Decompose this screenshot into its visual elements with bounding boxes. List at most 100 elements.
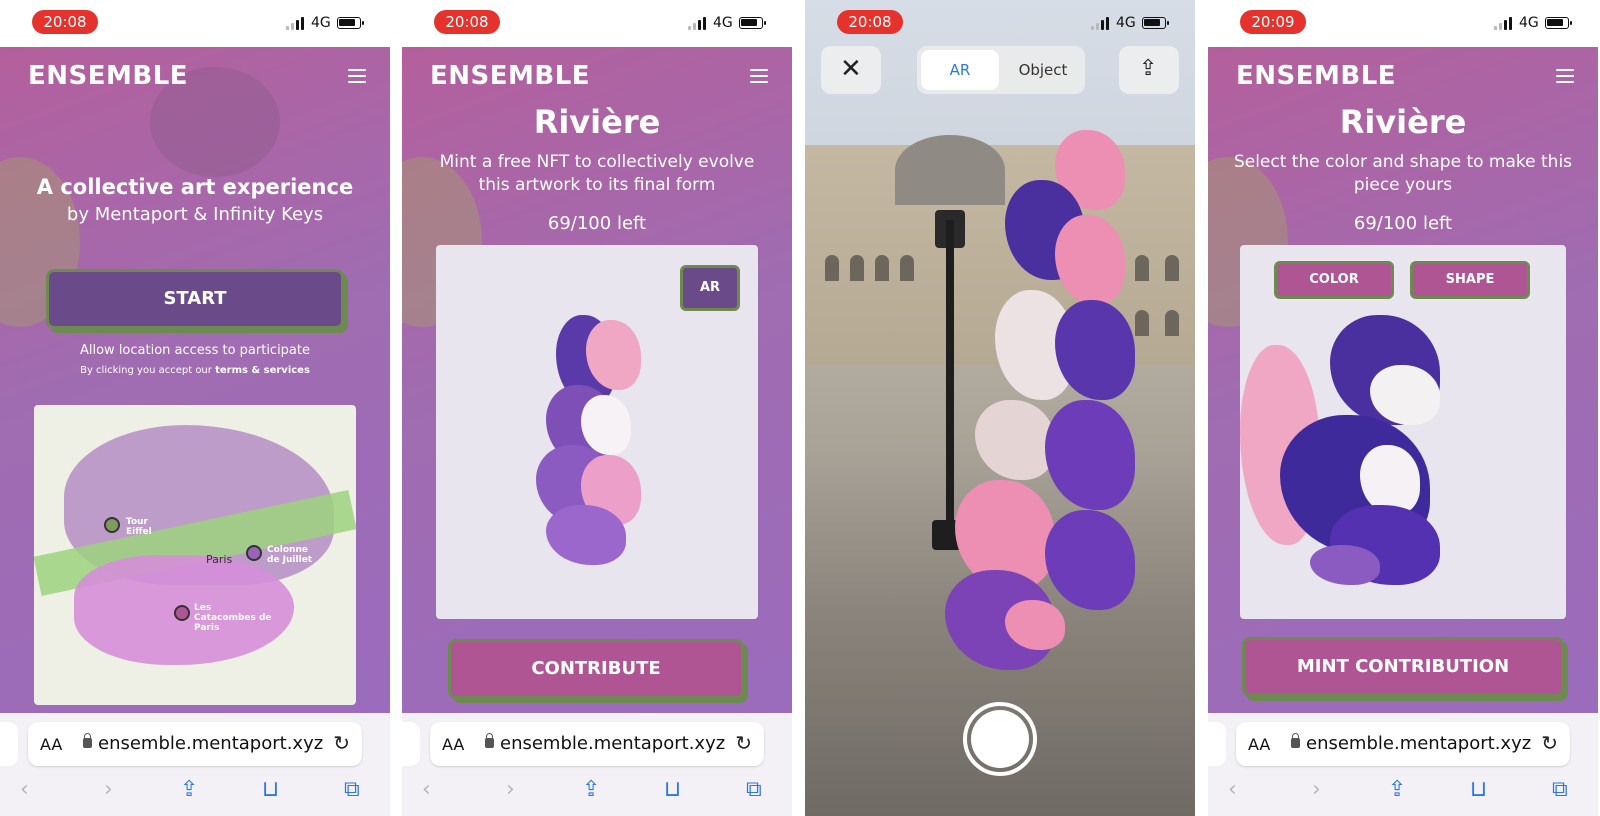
shutter-button[interactable] — [963, 702, 1037, 776]
reload-icon[interactable]: ↻ — [1541, 731, 1558, 755]
tabs-icon[interactable]: ⧉ — [1552, 777, 1568, 802]
screen-ar-camera: 20:08 4G ✕ AR Object ⇪ — [805, 0, 1195, 816]
terms-prefix: By clicking you accept our — [80, 365, 212, 376]
page-subtitle: Select the color and shape to make this … — [1233, 152, 1573, 195]
status-time: 20:09 — [1240, 10, 1306, 34]
status-time: 20:08 — [837, 10, 903, 34]
tabs-icon[interactable]: ⧉ — [344, 777, 360, 802]
camera-view[interactable] — [805, 0, 1195, 816]
brand-logo[interactable]: ENSEMBLE — [28, 61, 188, 91]
map-pin-label: Tour Eiffel — [126, 517, 152, 537]
battery-icon — [1142, 17, 1169, 29]
subheadline: by Mentaport & Infinity Keys — [66, 204, 324, 225]
forward-icon[interactable]: › — [506, 777, 515, 802]
artwork-viewer[interactable]: COLOR SHAPE — [1240, 245, 1566, 619]
status-bar: 20:09 4G — [1208, 0, 1598, 47]
map-pin-label: Les Catacombes de Paris — [194, 603, 272, 633]
contribute-button[interactable]: CONTRIBUTE — [448, 639, 744, 699]
remaining-count: 69/100 left — [1353, 213, 1453, 234]
headline: A collective art experience — [36, 175, 354, 199]
reload-icon[interactable]: ↻ — [333, 731, 350, 755]
status-time: 20:08 — [32, 10, 98, 34]
terms-line: By clicking you accept our terms & servi… — [0, 365, 390, 376]
map[interactable]: Tour Eiffel Colonne de Juillet Les Catac… — [34, 405, 356, 705]
artwork-viewer[interactable]: AR — [436, 245, 758, 619]
forward-icon[interactable]: › — [104, 777, 113, 802]
reader-aa-button[interactable]: AA — [40, 735, 62, 754]
menu-icon[interactable] — [750, 69, 768, 83]
back-icon[interactable]: ‹ — [1228, 777, 1237, 802]
close-icon: ✕ — [840, 54, 862, 84]
status-time: 20:08 — [434, 10, 500, 34]
network-label: 4G — [1519, 15, 1539, 31]
ar-button[interactable]: AR — [680, 265, 740, 311]
web-content: ENSEMBLE Rivière Mint a free NFT to coll… — [402, 47, 792, 713]
web-content: ENSEMBLE A collective art experience by … — [0, 47, 390, 713]
address-bar[interactable]: AA ensemble.mentaport.xyz ↻ — [1236, 722, 1570, 766]
reader-aa-button[interactable]: AA — [442, 735, 464, 754]
menu-icon[interactable] — [348, 69, 366, 83]
screen-start: 20:08 4G ENSEMBLE A collective art exper… — [0, 0, 390, 816]
share-icon: ⇪ — [1139, 56, 1158, 81]
safari-toolbar: AA ensemble.mentaport.xyz ↻ ‹ › ⇪ ⊔ ⧉ — [402, 713, 792, 816]
signal-icon — [1091, 17, 1111, 30]
bookmarks-icon[interactable]: ⊔ — [1470, 777, 1487, 802]
lock-icon — [485, 733, 494, 748]
url-text[interactable]: ensemble.mentaport.xyz — [1306, 733, 1531, 754]
share-icon[interactable]: ⇪ — [1388, 777, 1406, 802]
terms-link[interactable]: terms & services — [215, 365, 310, 376]
status-bar: 20:08 4G — [402, 0, 792, 47]
forward-icon[interactable]: › — [1312, 777, 1321, 802]
brand-logo[interactable]: ENSEMBLE — [1236, 61, 1396, 91]
url-text[interactable]: ensemble.mentaport.xyz — [500, 733, 725, 754]
brand-logo[interactable]: ENSEMBLE — [430, 61, 590, 91]
signal-icon — [1494, 17, 1514, 30]
color-button[interactable]: COLOR — [1274, 261, 1394, 299]
network-label: 4G — [311, 15, 331, 31]
share-icon[interactable]: ⇪ — [180, 777, 198, 802]
start-button[interactable]: START — [46, 269, 344, 329]
network-label: 4G — [713, 15, 733, 31]
tab-peek[interactable] — [402, 722, 420, 766]
network-label: 4G — [1116, 15, 1136, 31]
share-button[interactable]: ⇪ — [1119, 46, 1179, 94]
building-dome — [895, 135, 1005, 205]
back-icon[interactable]: ‹ — [20, 777, 29, 802]
address-bar[interactable]: AA ensemble.mentaport.xyz ↻ — [28, 722, 362, 766]
web-content: ENSEMBLE Rivière Select the color and sh… — [1208, 47, 1598, 713]
menu-icon[interactable] — [1556, 69, 1574, 83]
url-text[interactable]: ensemble.mentaport.xyz — [98, 733, 323, 754]
map-pin-label: Colonne de Juillet — [267, 545, 313, 565]
back-icon[interactable]: ‹ — [422, 777, 431, 802]
signal-icon — [688, 17, 708, 30]
map-pin-icon[interactable] — [246, 545, 262, 561]
status-bar: 20:08 4G — [0, 0, 390, 47]
lock-icon — [1291, 733, 1300, 748]
page-title: Rivière — [1339, 103, 1467, 141]
tab-object[interactable]: Object — [1005, 50, 1081, 90]
close-button[interactable]: ✕ — [821, 46, 881, 94]
shape-button[interactable]: SHAPE — [1410, 261, 1530, 299]
mint-contribution-button[interactable]: MINT CONTRIBUTION — [1242, 637, 1564, 697]
view-mode-toggle[interactable]: AR Object — [917, 46, 1085, 94]
reload-icon[interactable]: ↻ — [735, 731, 752, 755]
tab-peek[interactable] — [1208, 722, 1226, 766]
signal-icon — [286, 17, 306, 30]
address-bar[interactable]: AA ensemble.mentaport.xyz ↻ — [430, 722, 764, 766]
map-pin-icon[interactable] — [104, 517, 120, 533]
page-subtitle: Mint a free NFT to collectively evolve t… — [439, 152, 755, 195]
remaining-count: 69/100 left — [547, 213, 647, 234]
tab-peek[interactable] — [0, 722, 18, 766]
screen-artwork: 20:08 4G ENSEMBLE Rivière Mint a free NF… — [402, 0, 792, 816]
reader-aa-button[interactable]: AA — [1248, 735, 1270, 754]
page-title: Rivière — [533, 103, 661, 141]
bookmarks-icon[interactable]: ⊔ — [262, 777, 279, 802]
status-bar: 20:08 4G — [805, 0, 1195, 47]
share-icon[interactable]: ⇪ — [582, 777, 600, 802]
map-pin-icon[interactable] — [174, 605, 190, 621]
screen-customize: 20:09 4G ENSEMBLE Rivière Select the col… — [1208, 0, 1598, 816]
tab-ar[interactable]: AR — [921, 50, 999, 90]
tabs-icon[interactable]: ⧉ — [746, 777, 762, 802]
safari-toolbar: AA ensemble.mentaport.xyz ↻ ‹ › ⇪ ⊔ ⧉ — [1208, 713, 1598, 816]
bookmarks-icon[interactable]: ⊔ — [664, 777, 681, 802]
